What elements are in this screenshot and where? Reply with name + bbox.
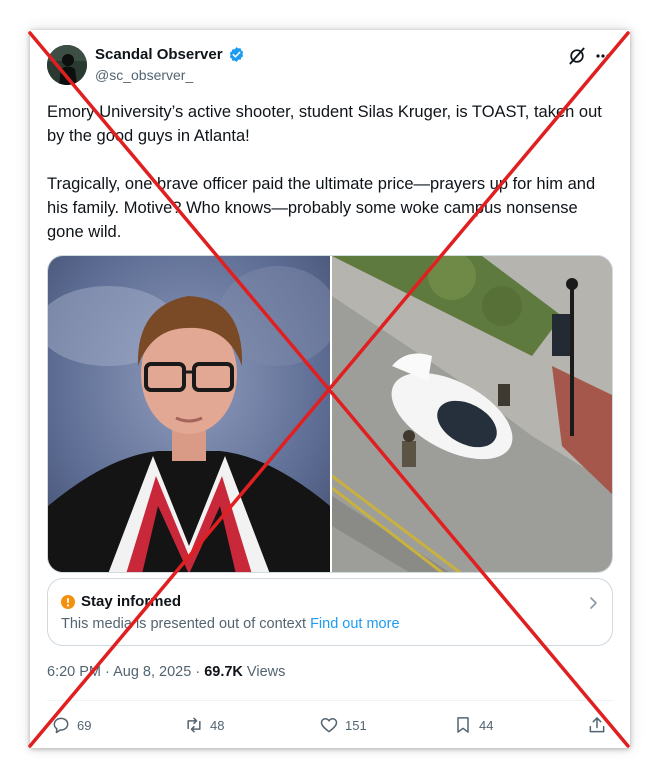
repost-button[interactable]: 48 (184, 714, 224, 736)
avatar[interactable] (47, 45, 87, 85)
reply-icon (53, 717, 69, 734)
bookmark-count: 44 (479, 717, 494, 733)
author-handle[interactable]: @sc_observer_ (95, 67, 193, 83)
author-display-name[interactable]: Scandal Observer (95, 46, 223, 63)
repost-icon (187, 717, 201, 733)
share-button[interactable] (587, 714, 607, 736)
tweet-meta: 6:20 PM · Aug 8, 2025 · 69.7K Views (47, 664, 285, 680)
like-count: 151 (345, 717, 367, 733)
repost-count: 48 (210, 717, 225, 733)
grok-icon[interactable] (567, 46, 587, 66)
community-note[interactable]: Stay informed This media is presented ou… (47, 578, 613, 646)
meta-separator: · (191, 664, 205, 680)
divider (47, 700, 613, 701)
chevron-right-icon[interactable] (586, 596, 600, 610)
tweet-text: Emory University’s active shooter, stude… (47, 103, 602, 241)
bookmark-icon (457, 717, 469, 733)
views-count: 69.7K (204, 664, 243, 680)
more-icon[interactable] (596, 54, 610, 58)
views-label: Views (242, 664, 286, 680)
bookmark-button[interactable]: 44 (453, 714, 493, 736)
portrait-photo[interactable] (48, 256, 330, 573)
like-button[interactable]: 151 (319, 714, 367, 736)
info-icon (61, 595, 75, 609)
share-icon (589, 717, 605, 733)
tweet-media[interactable] (47, 255, 613, 573)
find-out-more-link[interactable]: Find out more (310, 616, 399, 632)
reply-count: 69 (77, 717, 92, 733)
tweet-time[interactable]: 6:20 PM (47, 664, 101, 680)
note-text: This media is presented out of context F… (61, 616, 400, 632)
tweet-card: Scandal Observer @sc_observer_ Emory Uni… (30, 30, 630, 748)
note-title: Stay informed (81, 593, 182, 610)
reply-button[interactable]: 69 (51, 714, 91, 736)
meta-separator: · (101, 664, 114, 680)
tweet-date[interactable]: Aug 8, 2025 (113, 664, 191, 680)
aerial-photo[interactable] (332, 256, 613, 573)
verified-badge-icon (229, 47, 244, 62)
like-icon (320, 718, 338, 733)
